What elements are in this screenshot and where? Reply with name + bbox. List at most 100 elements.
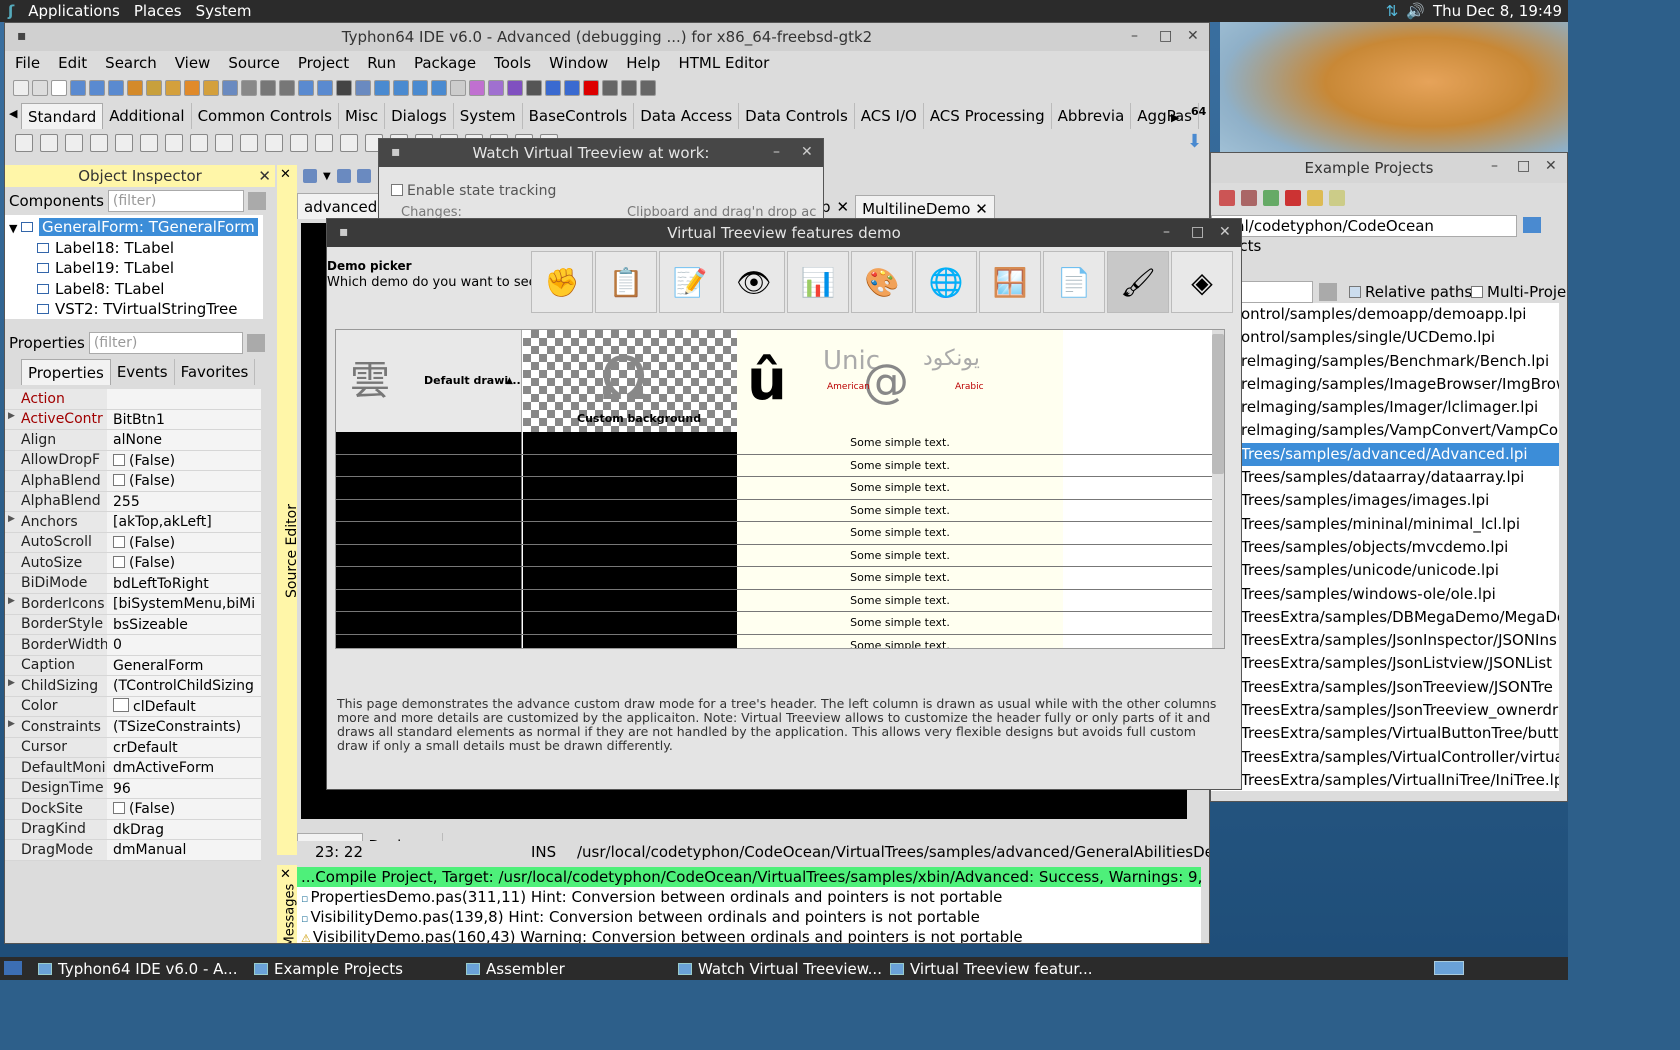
project-item[interactable]: Trees/samples/mininal/minimal_lcl.lpi — [1211, 513, 1559, 536]
property-value[interactable]: (False) — [107, 532, 261, 552]
window-menu-icon[interactable]: ▪ — [339, 224, 349, 240]
back-icon[interactable] — [336, 169, 351, 183]
messages-panel[interactable]: ...Compile Project, Target: /usr/local/c… — [297, 867, 1201, 943]
palette-tab-abbrevia[interactable]: Abbrevia — [1052, 103, 1132, 129]
project-item[interactable]: TreesExtra/samples/JsonTreeview_ownerdra — [1211, 699, 1559, 722]
toolbar-icon-19[interactable] — [374, 80, 390, 96]
property-row[interactable]: Color clDefault — [5, 696, 261, 717]
expand-icon[interactable]: ▶ — [8, 514, 15, 524]
palette-tab-aggpas[interactable]: AggPas — [1131, 103, 1199, 129]
toolbar-icon-27[interactable] — [526, 80, 542, 96]
browse-folder-icon[interactable] — [1523, 217, 1541, 233]
refresh-icon[interactable] — [1219, 190, 1235, 206]
property-row[interactable]: DefaultMoni dmActiveForm — [5, 758, 261, 779]
property-value[interactable]: (TSizeConstraints) — [107, 717, 261, 737]
maximize-icon[interactable]: □ — [1191, 224, 1204, 240]
vt-row[interactable]: Some simple text. — [336, 634, 1224, 648]
component-tree[interactable]: ▼ GeneralForm: TGeneralForm Label18: TLab… — [5, 215, 263, 319]
project-item[interactable]: Trees/samples/dataarray/dataarray.lpi — [1211, 466, 1559, 489]
property-row[interactable]: AlphaBlend (False) — [5, 471, 261, 492]
palette-tab-additional[interactable]: Additional — [103, 103, 192, 129]
project-item[interactable]: Trees/samples/images/images.lpi — [1211, 489, 1559, 512]
palette-tab-basecontrols[interactable]: BaseControls — [523, 103, 635, 129]
demo-button-4[interactable]: 📊 — [787, 251, 849, 313]
toolbar-icon-6[interactable] — [127, 80, 143, 96]
view-icon[interactable] — [303, 169, 317, 183]
checkbox-box[interactable] — [113, 556, 125, 568]
property-value[interactable]: 0 — [107, 635, 261, 655]
property-row[interactable]: ▶ BorderIcons [biSystemMenu,biMi — [5, 594, 261, 615]
vt-row[interactable]: Some simple text. — [336, 567, 1224, 590]
close-icon[interactable]: ✕ — [280, 167, 291, 182]
project-item[interactable]: Trees/samples/windows-ole/ole.lpi — [1211, 583, 1559, 606]
toolbar-icon-13[interactable] — [260, 80, 276, 96]
close-icon[interactable]: ✕ — [837, 198, 850, 216]
component-icon-2[interactable] — [65, 134, 83, 152]
property-value[interactable]: (TControlChildSizing — [107, 676, 261, 696]
project-item[interactable]: ontrol/samples/demoapp/demoapp.lpi — [1211, 303, 1559, 326]
workspace-switcher-icon[interactable] — [1434, 961, 1464, 975]
property-value[interactable]: 96 — [107, 778, 261, 798]
taskbar-button[interactable]: Watch Virtual Treeview... — [678, 958, 882, 980]
dropdown-icon[interactable]: ▼ — [323, 171, 331, 182]
menu-applications[interactable]: Applications — [28, 2, 120, 20]
palette-tab-acs-processing[interactable]: ACS Processing — [924, 103, 1052, 129]
menu-tools[interactable]: Tools — [494, 54, 531, 72]
checkbox-box[interactable] — [113, 802, 125, 814]
property-value[interactable]: dkDrag — [107, 819, 261, 839]
property-row[interactable]: Action — [5, 389, 261, 410]
minimize-icon[interactable]: – — [1163, 224, 1170, 240]
project-item[interactable]: TreesExtra/samples/JsonInspector/JSONIns — [1211, 629, 1559, 652]
toolbar-icon-20[interactable] — [393, 80, 409, 96]
filter-clear-icon[interactable] — [247, 192, 266, 210]
property-value[interactable]: bsSizeable — [107, 614, 261, 634]
menu-help[interactable]: Help — [626, 54, 660, 72]
menu-view[interactable]: View — [175, 54, 211, 72]
header-default-col[interactable]: 雲 Default drawi... ▲ — [336, 330, 522, 432]
palette-tab-misc[interactable]: Misc — [339, 103, 386, 129]
color-swatch[interactable] — [113, 697, 129, 712]
gnome-foot-icon[interactable]: ʃ — [8, 2, 14, 20]
expand-icon[interactable]: ▶ — [8, 596, 15, 606]
message-line[interactable]: ▫ VisibilityDemo.pas(139,8) Hint: Convers… — [297, 907, 1201, 927]
add-icon[interactable] — [1263, 190, 1279, 206]
palette-tab-data-access[interactable]: Data Access — [634, 103, 740, 129]
demo-button-0[interactable]: ✊ — [531, 251, 593, 313]
component-icon-6[interactable] — [165, 134, 183, 152]
toolbar-icon-11[interactable] — [222, 80, 238, 96]
vt-tree[interactable]: 雲 Default drawi... ▲ Ω Custom background… — [335, 329, 1225, 649]
project-item[interactable]: relmaging/samples/Benchmark/Bench.lpi — [1211, 350, 1559, 373]
project-item[interactable]: TreesExtra/samples/VirtualController/vir… — [1211, 746, 1559, 769]
toolbar-icon-33[interactable] — [640, 80, 656, 96]
watch-titlebar[interactable]: ▪ Watch Virtual Treeview at work: – ✕ — [379, 139, 823, 167]
toolbar-icon-10[interactable] — [203, 80, 219, 96]
component-icon-13[interactable] — [340, 134, 358, 152]
property-row[interactable]: DesignTime 96 — [5, 778, 261, 799]
toolbar-icon-12[interactable] — [241, 80, 257, 96]
filter-clear-icon[interactable] — [246, 334, 265, 352]
vt-row[interactable]: Some simple text. — [336, 589, 1224, 612]
project-item[interactable]: relmaging/samples/ImageBrowser/ImgBrow — [1211, 373, 1559, 396]
toolbar-icon-15[interactable] — [298, 80, 314, 96]
toolbar-icon-3[interactable] — [70, 80, 86, 96]
component-icon-3[interactable] — [90, 134, 108, 152]
vt-scrollbar-thumb[interactable] — [1212, 334, 1224, 474]
menu-source[interactable]: Source — [228, 54, 280, 72]
example-projects-titlebar[interactable]: Example Projects – □ ✕ — [1211, 153, 1567, 183]
expand-icon[interactable]: ▶ — [8, 719, 15, 729]
property-value[interactable]: BitBtn1 — [107, 409, 261, 429]
clock[interactable]: Thu Dec 8, 19:49 — [1433, 2, 1562, 20]
menu-html-editor[interactable]: HTML Editor — [678, 54, 769, 72]
toolbar-icon-18[interactable] — [355, 80, 371, 96]
property-value[interactable]: (False) — [107, 450, 261, 470]
toolbar-icon-9[interactable] — [184, 80, 200, 96]
property-value[interactable]: (False) — [107, 553, 261, 573]
header-custom-col[interactable]: Ω Custom background — [523, 330, 737, 432]
download-arrow-icon[interactable]: ⬇ — [1187, 131, 1202, 152]
property-row[interactable]: AutoSize (False) — [5, 553, 261, 574]
vt-row[interactable]: Some simple text. — [336, 432, 1224, 455]
close-icon[interactable]: ✕ — [258, 165, 271, 187]
tab-favorites[interactable]: Favorites — [175, 359, 256, 385]
component-icon-11[interactable] — [290, 134, 308, 152]
properties-filter-input[interactable]: (filter) — [88, 332, 243, 354]
